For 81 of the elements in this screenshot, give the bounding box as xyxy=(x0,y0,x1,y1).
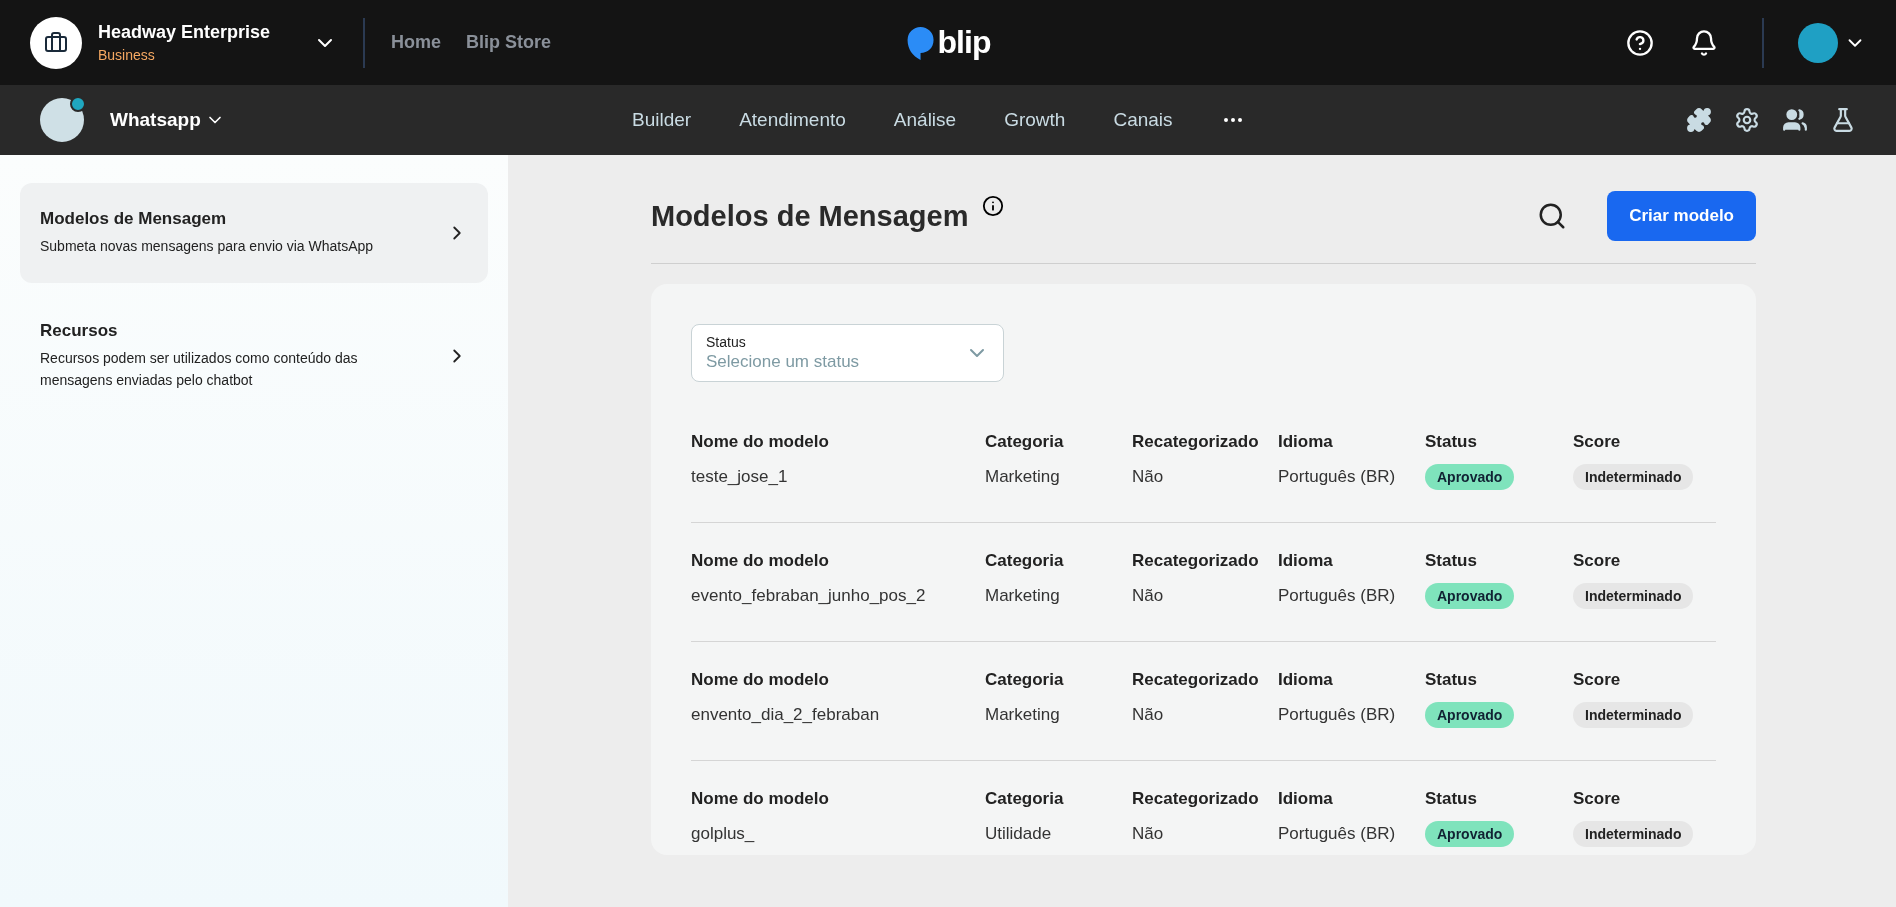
column-header: Nome do modelo xyxy=(691,551,830,571)
table-cell-text: Marketing xyxy=(985,467,1061,487)
column-header: Idioma xyxy=(1278,670,1334,690)
table-cell-text: Português (BR) xyxy=(1278,586,1397,606)
table-cell-text: Português (BR) xyxy=(1278,705,1397,725)
page-title: Modelos de Mensagem xyxy=(651,199,969,233)
table-cell-text: Não xyxy=(1132,705,1165,725)
status-dot xyxy=(70,96,86,112)
score-badge: Indeterminado xyxy=(1573,464,1694,490)
column-header: Status xyxy=(1425,432,1478,452)
table-cell-text: golplus_ xyxy=(691,824,756,844)
table-cell-text: Português (BR) xyxy=(1278,824,1397,844)
info-icon[interactable] xyxy=(982,195,1005,217)
sidebar-item-description: Submeta novas mensagens para envio via WhatsApp xyxy=(40,237,375,256)
puzzle-icon[interactable] xyxy=(1686,107,1712,133)
score-badge: Indeterminado xyxy=(1573,702,1694,728)
sidebar-item-title: Modelos de Mensagem xyxy=(40,209,228,229)
status-badge: Aprovado xyxy=(1425,583,1515,609)
select-label: Status xyxy=(706,334,747,350)
users-icon[interactable] xyxy=(1782,107,1808,133)
nav-tab[interactable]: Growth xyxy=(1004,109,1066,131)
column-header: Score xyxy=(1573,432,1622,452)
column-header: Categoria xyxy=(985,432,1065,452)
sidebar-item-description: Recursos podem ser utilizados como conteúdo das mensagens enviadas pelo chatbot xyxy=(40,349,359,390)
column-header: Status xyxy=(1425,789,1478,809)
column-header: Nome do modelo xyxy=(691,789,830,809)
column-header: Recategorizado xyxy=(1132,789,1260,809)
status-badge: Aprovado xyxy=(1425,464,1515,490)
briefcase-icon xyxy=(30,16,82,69)
column-header: Recategorizado xyxy=(1132,670,1260,690)
column-header: Categoria xyxy=(985,551,1065,571)
status-badge: Aprovado xyxy=(1425,702,1515,728)
flask-icon[interactable] xyxy=(1830,107,1856,133)
column-header: Idioma xyxy=(1278,789,1334,809)
table-cell-text: Português (BR) xyxy=(1278,467,1397,487)
column-header: Recategorizado xyxy=(1132,432,1260,452)
table-cell-text: Não xyxy=(1132,467,1165,487)
top-link[interactable]: Blip Store xyxy=(466,32,552,53)
sidebar-item[interactable]: Recursos Recursos podem ser utilizados como conteúdo das mensagens enviadas pelo chatbot xyxy=(20,295,488,417)
settings-icon[interactable] xyxy=(1734,107,1760,133)
column-header: Categoria xyxy=(985,670,1065,690)
logo-text: blip xyxy=(937,24,991,61)
status-select[interactable]: Status Selecione um status xyxy=(691,324,1004,382)
column-header: Nome do modelo xyxy=(691,670,830,690)
nav-tab[interactable]: Análise xyxy=(893,109,957,131)
column-header: Recategorizado xyxy=(1132,551,1260,571)
nav-tab[interactable]: Builder xyxy=(632,109,692,131)
column-header: Status xyxy=(1425,670,1478,690)
status-badge: Aprovado xyxy=(1425,821,1515,847)
table-cell-text: teste_jose_1 xyxy=(691,467,789,487)
bell-icon[interactable] xyxy=(1690,28,1718,57)
table-cell-text: Utilidade xyxy=(985,824,1053,844)
column-header: Nome do modelo xyxy=(691,432,830,452)
table-cell-text: Marketing xyxy=(985,586,1061,606)
score-badge: Indeterminado xyxy=(1573,821,1694,847)
score-badge: Indeterminado xyxy=(1573,583,1694,609)
avatar[interactable] xyxy=(1798,22,1838,63)
column-header: Categoria xyxy=(985,789,1065,809)
create-button[interactable]: Criar modelo xyxy=(1607,191,1756,241)
table-cell-text: evento_febraban_junho_pos_2 xyxy=(691,586,927,606)
status-input[interactable]: Selecione um status xyxy=(706,350,965,372)
nav-tab[interactable]: Atendimento xyxy=(739,109,846,131)
column-header: Idioma xyxy=(1278,432,1334,452)
column-header: Status xyxy=(1425,551,1478,571)
org-plan: Business xyxy=(98,47,156,63)
column-header: Score xyxy=(1573,551,1622,571)
help-icon[interactable] xyxy=(1626,28,1654,57)
column-header: Idioma xyxy=(1278,551,1334,571)
bot-selector[interactable]: Whatsapp xyxy=(104,108,231,132)
speech-bubble-icon xyxy=(905,24,936,61)
column-header: Score xyxy=(1573,789,1622,809)
table-cell-text: envento_dia_2_febraban xyxy=(691,705,881,725)
sidebar-item[interactable]: Modelos de Mensagem Submeta novas mensagens para envio via WhatsApp xyxy=(20,183,488,283)
sidebar-item-title: Recursos xyxy=(40,321,119,341)
nav-tab[interactable]: Canais xyxy=(1113,109,1173,131)
table-cell-text: Não xyxy=(1132,586,1165,606)
table-cell-text: Marketing xyxy=(985,705,1061,725)
column-header: Score xyxy=(1573,670,1622,690)
top-link[interactable]: Home xyxy=(391,32,441,53)
org-name: Headway Enterprise xyxy=(98,22,272,43)
table-cell-text: Não xyxy=(1132,824,1165,844)
